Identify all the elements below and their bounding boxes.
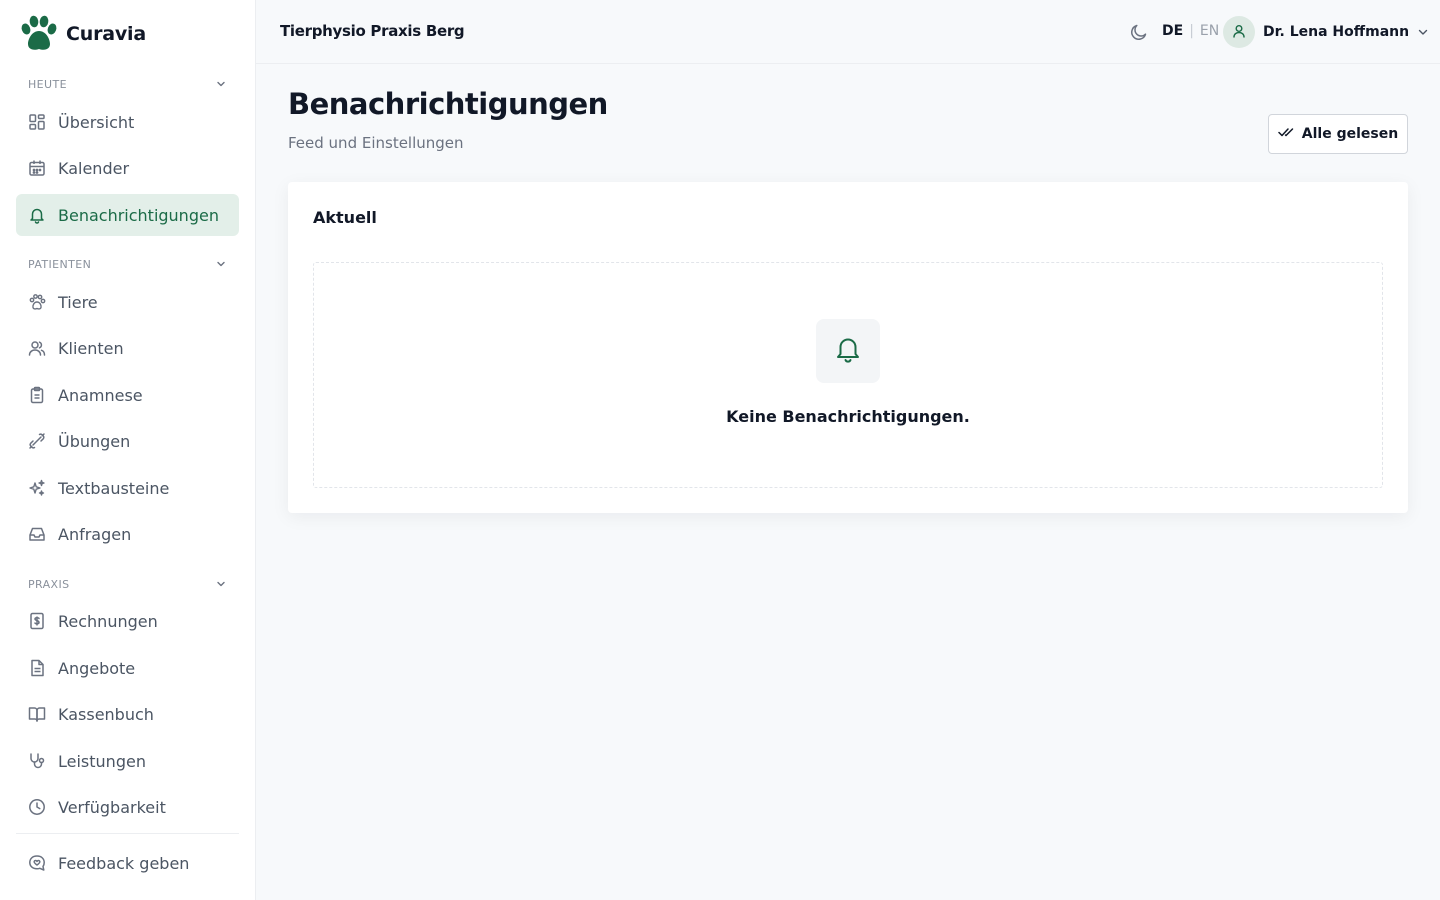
feedback-label: Feedback geben	[58, 853, 190, 873]
sidebar-item-uebersicht[interactable]: Übersicht	[16, 101, 239, 143]
lang-separator: |	[1189, 23, 1194, 39]
sidebar-item-rechnungen[interactable]: Rechnungen	[16, 600, 239, 642]
section-label: PATIENTEN	[28, 257, 92, 271]
sidebar-item-label: Textbausteine	[58, 478, 170, 498]
practice-name: Tierphysio Praxis Berg	[280, 22, 465, 40]
sidebar-item-label: Anamnese	[58, 385, 143, 405]
sidebar-item-anamnese[interactable]: Anamnese	[16, 374, 239, 416]
user-icon	[1232, 23, 1246, 42]
sidebar-item-leistungen[interactable]: Leistungen	[16, 740, 239, 782]
page-subtitle: Feed und Einstellungen	[288, 134, 464, 152]
chevron-down-icon	[215, 578, 227, 590]
empty-state-icon-box	[816, 319, 880, 383]
check-double-icon	[1278, 124, 1294, 144]
empty-state: Keine Benachrichtigungen.	[313, 262, 1383, 488]
sidebar-item-anfragen[interactable]: Anfragen	[16, 513, 239, 555]
page-title: Benachrichtigungen	[288, 87, 608, 121]
moon-icon	[1129, 24, 1149, 46]
document-icon	[28, 659, 46, 677]
language-switcher: DE | EN	[1162, 23, 1219, 39]
theme-toggle-button[interactable]	[1129, 22, 1149, 42]
user-name: Dr. Lena Hoffmann	[1263, 24, 1410, 40]
mark-all-read-label: Alle gelesen	[1301, 126, 1399, 142]
dashboard-icon	[28, 113, 46, 131]
sidebar-item-label: Rechnungen	[58, 611, 158, 631]
notifications-card: Aktuell Keine Benachrichtigungen.	[288, 182, 1408, 513]
mark-all-read-button[interactable]: Alle gelesen	[1268, 114, 1408, 154]
users-icon	[28, 339, 46, 357]
chevron-down-icon	[215, 258, 227, 270]
empty-state-message: Keine Benachrichtigungen.	[726, 407, 970, 426]
topbar: Tierphysio Praxis Berg DE | EN Dr. Lena …	[256, 0, 1440, 64]
sidebar-item-label: Klienten	[58, 338, 124, 358]
sidebar-divider	[16, 833, 239, 834]
user-menu[interactable]: Dr. Lena Hoffmann	[1223, 16, 1429, 48]
sidebar-item-label: Verfügbarkeit	[58, 797, 166, 817]
feedback-icon	[28, 854, 46, 872]
book-icon	[28, 705, 46, 723]
section-praxis[interactable]: PRAXIS	[16, 574, 239, 594]
sidebar: Curavia HEUTE Übersicht Kalender Benachr…	[0, 0, 256, 900]
sidebar-item-benachrichtigungen[interactable]: Benachrichtigungen	[16, 194, 239, 236]
lang-en-button[interactable]: EN	[1200, 23, 1219, 39]
bell-icon	[28, 206, 46, 224]
bone-icon	[28, 432, 46, 450]
sidebar-item-label: Angebote	[58, 658, 136, 678]
bell-icon	[833, 334, 863, 368]
feedback-button[interactable]: Feedback geben	[16, 842, 239, 884]
sidebar-item-angebote[interactable]: Angebote	[16, 647, 239, 689]
sidebar-item-label: Benachrichtigungen	[58, 205, 219, 225]
section-label: PRAXIS	[28, 577, 70, 591]
clock-icon	[28, 798, 46, 816]
sidebar-item-label: Kalender	[58, 158, 130, 178]
sidebar-item-kalender[interactable]: Kalender	[16, 147, 239, 189]
sidebar-item-label: Tiere	[58, 292, 98, 312]
sidebar-item-label: Übersicht	[58, 112, 135, 132]
sidebar-item-uebungen[interactable]: Übungen	[16, 420, 239, 462]
chevron-down-icon	[1417, 23, 1429, 42]
clipboard-icon	[28, 386, 46, 404]
sidebar-item-tiere[interactable]: Tiere	[16, 281, 239, 323]
sidebar-item-label: Anfragen	[58, 524, 132, 544]
sparkles-icon	[28, 479, 46, 497]
sidebar-item-textbausteine[interactable]: Textbausteine	[16, 467, 239, 509]
section-label: HEUTE	[28, 77, 67, 91]
inbox-icon	[28, 525, 46, 543]
stethoscope-icon	[28, 752, 46, 770]
section-heute[interactable]: HEUTE	[16, 74, 239, 94]
sidebar-item-label: Leistungen	[58, 751, 146, 771]
lang-de-button[interactable]: DE	[1162, 23, 1183, 39]
sidebar-item-verfuegbarkeit[interactable]: Verfügbarkeit	[16, 786, 239, 828]
sidebar-item-label: Übungen	[58, 431, 131, 451]
paw-logo-icon	[20, 15, 58, 53]
section-patienten[interactable]: PATIENTEN	[16, 254, 239, 274]
sidebar-item-kassenbuch[interactable]: Kassenbuch	[16, 693, 239, 735]
invoice-icon	[28, 612, 46, 630]
brand[interactable]: Curavia	[20, 15, 146, 53]
sidebar-item-klienten[interactable]: Klienten	[16, 327, 239, 369]
avatar	[1223, 16, 1255, 48]
brand-name: Curavia	[66, 23, 146, 45]
chevron-down-icon	[215, 78, 227, 90]
paw-icon	[28, 293, 46, 311]
sidebar-item-label: Kassenbuch	[58, 704, 154, 724]
calendar-icon	[28, 159, 46, 177]
card-title: Aktuell	[313, 208, 377, 227]
